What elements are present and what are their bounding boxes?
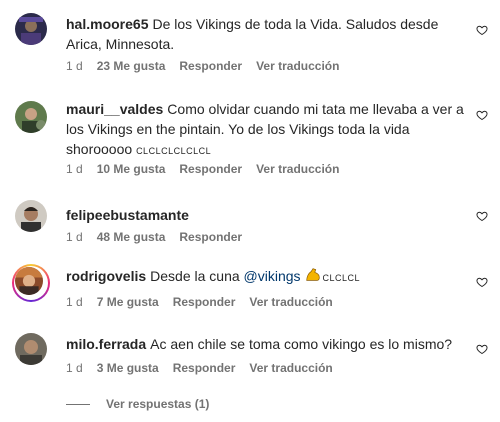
reply-button[interactable]: Responder xyxy=(179,229,242,245)
translate-button[interactable]: Ver traducción xyxy=(249,360,332,376)
comment-text: rodrigovelis Desde la cuna @vikings CLCLC… xyxy=(66,266,466,288)
comment-username[interactable]: milo.ferrada xyxy=(66,336,146,352)
comment-meta: 1 d 7 Me gusta Responder Ver traducción xyxy=(66,294,347,310)
likes-count[interactable]: 23 Me gusta xyxy=(97,58,166,74)
avatar[interactable] xyxy=(15,13,47,45)
comment-suffix: CLCLCLCLCLCL xyxy=(136,146,212,156)
comment-username[interactable]: felipeebustamante xyxy=(66,207,189,223)
comment-username[interactable]: hal.moore65 xyxy=(66,16,148,32)
comment-meta: 1 d 10 Me gusta Responder Ver traducción xyxy=(66,161,353,177)
reply-button[interactable]: Responder xyxy=(179,161,242,177)
comment-text: felipeebustamante xyxy=(66,205,466,225)
likes-count[interactable]: 48 Me gusta xyxy=(97,229,166,245)
comment-suffix: CLCLCL xyxy=(322,273,360,283)
comment-text: hal.moore65 De los Vikings de toda la Vid… xyxy=(66,14,466,54)
comment-time: 1 d xyxy=(66,59,83,73)
heart-outline-icon[interactable] xyxy=(476,210,488,222)
reply-button[interactable]: Responder xyxy=(179,58,242,74)
comment-meta: 1 d 48 Me gusta Responder xyxy=(66,229,256,245)
translate-button[interactable]: Ver traducción xyxy=(249,294,332,310)
reply-button[interactable]: Responder xyxy=(173,294,236,310)
comment-body: Desde la cuna xyxy=(150,268,240,284)
comment-text: mauri__valdes Como olvidar cuando mi tata… xyxy=(66,99,466,161)
comment-meta: 1 d 23 Me gusta Responder Ver traducción xyxy=(66,58,353,74)
comment-time: 1 d xyxy=(66,295,83,309)
heart-outline-icon[interactable] xyxy=(476,24,488,36)
comment-username[interactable]: mauri__valdes xyxy=(66,101,163,117)
comment-text: milo.ferrada Ac aen chile se toma como vi… xyxy=(66,334,466,354)
comment-username[interactable]: rodrigovelis xyxy=(66,268,146,284)
story-ring[interactable] xyxy=(12,264,50,302)
comment-body: Ac aen chile se toma como vikingo es lo … xyxy=(150,336,453,352)
divider-line xyxy=(66,404,90,406)
reply-button[interactable]: Responder xyxy=(173,360,236,376)
heart-outline-icon[interactable] xyxy=(476,276,488,288)
likes-count[interactable]: 3 Me gusta xyxy=(97,360,159,376)
comment-meta: 1 d 3 Me gusta Responder Ver traducción xyxy=(66,360,347,376)
avatar[interactable] xyxy=(15,333,47,365)
comment-time: 1 d xyxy=(66,361,83,375)
heart-outline-icon[interactable] xyxy=(476,343,488,355)
view-replies-label[interactable]: Ver respuestas (1) xyxy=(106,397,209,411)
flexed-biceps-icon xyxy=(306,268,321,281)
translate-button[interactable]: Ver traducción xyxy=(256,161,339,177)
comment-time: 1 d xyxy=(66,162,83,176)
avatar[interactable] xyxy=(15,267,43,295)
translate-button[interactable]: Ver traducción xyxy=(256,58,339,74)
avatar[interactable] xyxy=(15,101,47,133)
mention-link[interactable]: @vikings xyxy=(244,268,301,284)
likes-count[interactable]: 10 Me gusta xyxy=(97,161,166,177)
likes-count[interactable]: 7 Me gusta xyxy=(97,294,159,310)
view-replies-button[interactable]: Ver respuestas (1) xyxy=(66,397,209,411)
avatar[interactable] xyxy=(15,200,47,232)
heart-outline-icon[interactable] xyxy=(476,109,488,121)
comment-time: 1 d xyxy=(66,230,83,244)
